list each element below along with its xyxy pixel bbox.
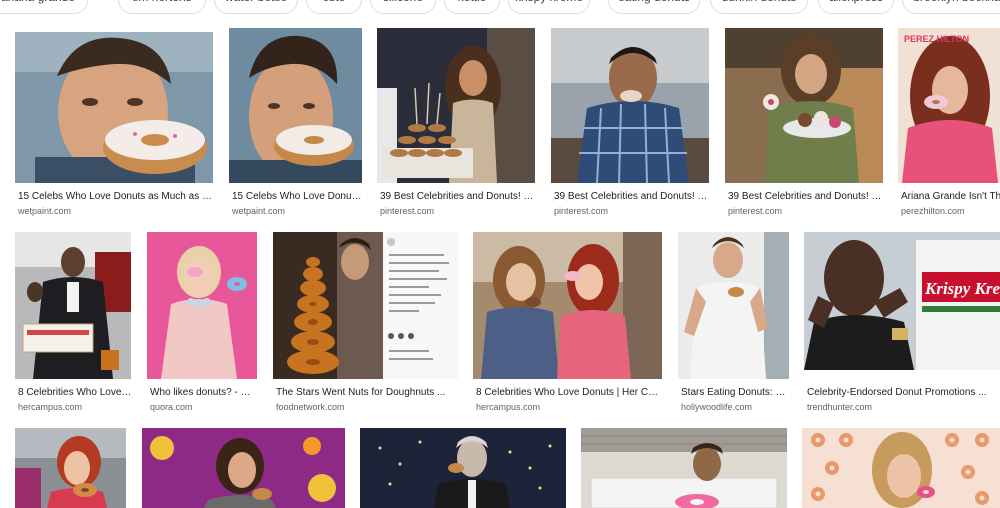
chip-cute[interactable]: cute: [306, 0, 362, 14]
result-source: hercampus.com: [18, 402, 83, 412]
result-source: pinterest.com: [554, 206, 609, 216]
result-thumbnail[interactable]: [725, 28, 883, 183]
result-title[interactable]: The Stars Went Nuts for Doughnuts ...: [276, 387, 456, 398]
image-result[interactable]: Krispy Kreme Celebrity-Endorsed Donut Pr…: [804, 232, 1000, 417]
perez-logo-text: PEREZ HILTON: [904, 34, 969, 44]
image-result[interactable]: 15 Celebs Who Love Donuts ... wetpaint.c…: [229, 28, 362, 217]
result-source: wetpaint.com: [232, 206, 286, 216]
chip-aliexpress[interactable]: aliexpress: [818, 0, 894, 14]
result-title[interactable]: Stars Eating Donuts: Pi...: [681, 387, 789, 398]
image-result[interactable]: 8 Celebrities Who Love Donuts | Her Cam.…: [473, 232, 662, 417]
result-title[interactable]: 39 Best Celebrities and Donuts! im...: [380, 191, 535, 202]
image-result[interactable]: 39 Best Celebrities and Donuts! im... pi…: [551, 28, 709, 217]
result-source: quora.com: [150, 402, 193, 412]
result-source: foodnetwork.com: [276, 402, 345, 412]
image-result[interactable]: [142, 428, 345, 508]
result-thumbnail[interactable]: [142, 428, 345, 508]
result-title[interactable]: 39 Best Celebrities and Donuts! im...: [728, 191, 883, 202]
result-thumbnail[interactable]: [473, 232, 662, 379]
result-title[interactable]: 8 Celebrities Who Love Donuts | Her Cam.…: [476, 387, 660, 398]
result-title[interactable]: 39 Best Celebrities and Donuts! im...: [554, 191, 709, 202]
result-thumbnail[interactable]: [377, 28, 535, 183]
result-thumbnail[interactable]: [551, 28, 709, 183]
result-title[interactable]: Who likes donuts? - Qu...: [150, 387, 256, 398]
result-thumbnail[interactable]: [581, 428, 787, 508]
result-thumbnail[interactable]: [229, 28, 362, 183]
result-thumbnail[interactable]: [147, 232, 257, 379]
result-source: wetpaint.com: [18, 206, 72, 216]
image-result[interactable]: 15 Celebs Who Love Donuts as Much as Us …: [15, 32, 213, 217]
result-thumbnail[interactable]: PEREZ HILTON: [898, 28, 1000, 183]
image-result[interactable]: 39 Best Celebrities and Donuts! im... pi…: [725, 28, 883, 217]
result-title[interactable]: Celebrity-Endorsed Donut Promotions ...: [807, 387, 987, 398]
result-thumbnail[interactable]: [802, 428, 1000, 508]
related-searches-bar: ariana grande tim hortons water bottle c…: [0, 0, 1000, 16]
result-source: pinterest.com: [380, 206, 435, 216]
result-thumbnail[interactable]: [15, 428, 126, 508]
result-title[interactable]: 8 Celebrities Who Love ...: [18, 387, 132, 398]
image-result[interactable]: PEREZ HILTON Ariana Grande Isn't The per…: [898, 28, 1000, 217]
result-title[interactable]: 15 Celebs Who Love Donuts as Much as Us …: [18, 191, 212, 202]
chip-tim-hortons[interactable]: tim hortons: [118, 0, 206, 14]
result-source: trendhunter.com: [807, 402, 873, 412]
chip-silicone[interactable]: silicone: [370, 0, 436, 14]
image-result[interactable]: [802, 428, 1000, 508]
result-thumbnail[interactable]: [678, 232, 789, 379]
chip-brooklyn-beckham[interactable]: brooklyn beckham: [902, 0, 1000, 14]
result-source: pinterest.com: [728, 206, 783, 216]
result-source: hollywoodlife.com: [681, 402, 753, 412]
image-result[interactable]: The Stars Went Nuts for Doughnuts ... fo…: [273, 232, 458, 417]
krispy-kreme-sign-text: Krispy Kreme: [924, 279, 1000, 298]
chip-krispy-kreme[interactable]: krispy kreme: [508, 0, 590, 14]
image-result[interactable]: 8 Celebrities Who Love ... hercampus.com: [15, 232, 132, 417]
result-thumbnail[interactable]: Krispy Kreme: [804, 232, 1000, 370]
result-thumbnail[interactable]: [15, 32, 213, 183]
image-result[interactable]: 39 Best Celebrities and Donuts! im... pi…: [377, 28, 535, 217]
result-title[interactable]: Ariana Grande Isn't The: [901, 191, 1000, 202]
image-result[interactable]: [15, 428, 126, 508]
image-result[interactable]: [581, 428, 787, 508]
result-title[interactable]: 15 Celebs Who Love Donuts ...: [232, 191, 362, 202]
chip-dunkin-donuts[interactable]: dunkin donuts: [710, 0, 808, 14]
chip-kettle[interactable]: kettle: [444, 0, 500, 14]
result-thumbnail[interactable]: [15, 232, 131, 379]
result-thumbnail[interactable]: [360, 428, 566, 508]
chip-ariana-grande[interactable]: ariana grande: [0, 0, 88, 14]
chip-water-bottle[interactable]: water bottle: [214, 0, 298, 14]
result-source: hercampus.com: [476, 402, 541, 412]
result-thumbnail[interactable]: [273, 232, 458, 379]
result-source: perezhilton.com: [901, 206, 965, 216]
image-result[interactable]: [360, 428, 566, 508]
image-result[interactable]: Stars Eating Donuts: Pi... hollywoodlife…: [678, 232, 789, 417]
image-result[interactable]: Who likes donuts? - Qu... quora.com: [147, 232, 257, 417]
chip-eating-donuts[interactable]: eating donuts: [608, 0, 700, 14]
